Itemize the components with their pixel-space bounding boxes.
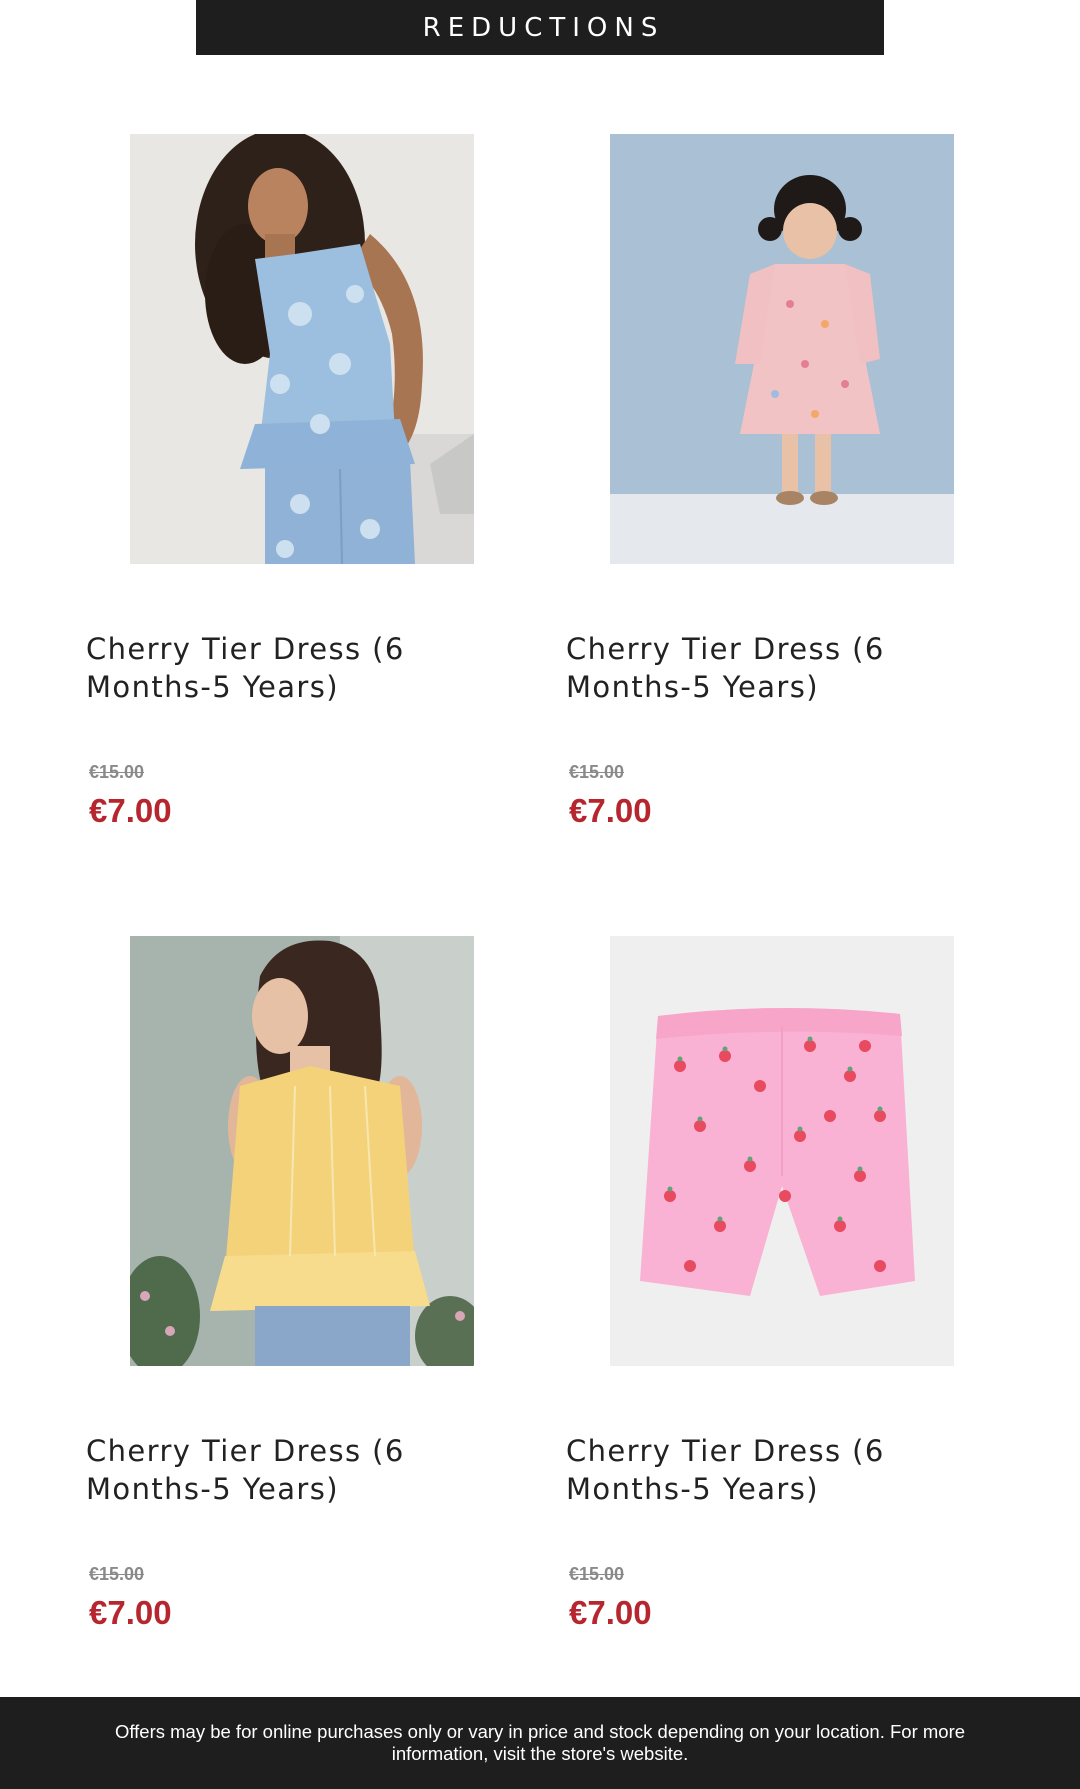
product-image-toddler-pink-dress[interactable]: [610, 134, 954, 564]
product-grid: Cherry Tier Dress (6 Months-5 Years) €15…: [0, 0, 1080, 1697]
original-price: €15.00: [89, 1564, 145, 1584]
footer-disclaimer: Offers may be for online purchases only …: [114, 1721, 966, 1764]
product-card[interactable]: Cherry Tier Dress (6 Months-5 Years) €15…: [480, 802, 960, 1631]
product-title[interactable]: Cherry Tier Dress (6 Months-5 Years): [86, 1432, 486, 1508]
product-image-girl-blue-top[interactable]: [130, 134, 474, 564]
product-card[interactable]: Cherry Tier Dress (6 Months-5 Years) €15…: [480, 0, 960, 829]
header-title: REDUCTIONS: [422, 12, 665, 43]
toddler-in-pink-floral-dress-photo: [610, 134, 954, 564]
product-title[interactable]: Cherry Tier Dress (6 Months-5 Years): [566, 1432, 966, 1508]
original-price: €15.00: [89, 762, 145, 782]
sale-price: €7.00: [89, 1594, 172, 1631]
product-image-strawberry-shorts[interactable]: [610, 936, 954, 1366]
product-title[interactable]: Cherry Tier Dress (6 Months-5 Years): [566, 630, 966, 706]
product-card[interactable]: Cherry Tier Dress (6 Months-5 Years) €15…: [0, 0, 480, 829]
product-title[interactable]: Cherry Tier Dress (6 Months-5 Years): [86, 630, 486, 706]
sale-price: €7.00: [569, 1594, 652, 1631]
reductions-header-button[interactable]: REDUCTIONS: [196, 0, 884, 55]
original-price: €15.00: [569, 1564, 625, 1584]
footer: Offers may be for online purchases only …: [0, 1697, 1080, 1789]
pink-strawberry-shorts-photo: [610, 936, 954, 1366]
product-card[interactable]: Cherry Tier Dress (6 Months-5 Years) €15…: [0, 802, 480, 1631]
original-price: €15.00: [569, 762, 625, 782]
girl-in-yellow-tulle-top-photo: [130, 936, 474, 1366]
product-image-girl-yellow-top[interactable]: [130, 936, 474, 1366]
girl-in-blue-floral-top-photo: [130, 134, 474, 564]
